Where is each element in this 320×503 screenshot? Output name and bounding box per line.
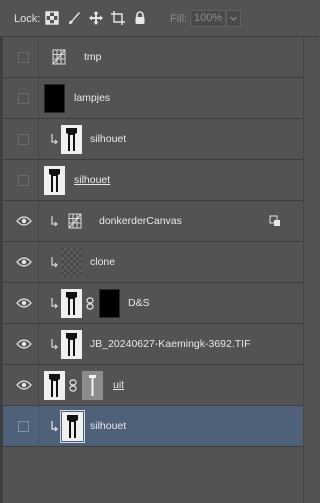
layer-row-silhouet-selected[interactable]: silhouet [3,406,303,447]
fill-input[interactable]: 100% [190,10,226,27]
link-chain-icon[interactable] [85,297,95,310]
chevron-down-icon [230,16,237,21]
clipping-arrow-icon [51,134,58,145]
black-layer-thumbnail[interactable] [44,84,65,113]
column-divider [38,160,39,200]
visibility-toggle[interactable] [13,242,35,283]
eye-icon [16,339,32,349]
visibility-off-box [18,52,29,63]
layer-name[interactable]: uit [113,379,124,391]
layer-row-uit[interactable]: uit [3,365,303,406]
transparent-checker-thumbnail[interactable] [61,248,82,277]
clipping-arrow-icon [51,216,58,227]
column-divider [38,283,39,323]
layer-row-donkerdercanvas[interactable]: donkerderCanvas [3,201,303,242]
silhouette-thumbnail[interactable] [60,410,85,443]
column-divider [38,201,39,241]
link-chain-icon[interactable] [68,379,78,392]
gray-mask-thumbnail[interactable] [82,371,103,400]
clipping-arrow-icon [51,298,58,309]
visibility-off-box [18,93,29,104]
eye-icon [16,298,32,308]
lock-position-icon[interactable] [89,11,103,25]
visibility-toggle[interactable] [13,78,35,119]
eye-icon [16,257,32,267]
column-divider [38,365,39,405]
clipping-arrow-icon [51,421,58,432]
layer-name[interactable]: lampjes [74,92,110,104]
visibility-toggle[interactable] [13,201,35,242]
column-divider [38,119,39,159]
visibility-off-box [18,421,29,432]
column-divider [38,324,39,364]
visibility-off-box [18,175,29,186]
layer-name[interactable]: tmp [84,51,102,63]
visibility-toggle[interactable] [13,324,35,365]
clipping-arrow-icon [51,339,58,350]
lock-all-icon[interactable] [133,11,147,25]
eye-icon [16,380,32,390]
clipping-arrow-icon [51,257,58,268]
layer-name[interactable]: donkerderCanvas [99,215,182,227]
layer-row-clone[interactable]: clone [3,242,303,283]
layer-row-silhouet[interactable]: silhouet [3,119,303,160]
column-divider [38,78,39,118]
layers-list: tmp lampjes silhouet silhouet donkerderC… [3,37,303,447]
lock-label: Lock: [14,13,41,25]
visibility-toggle[interactable] [13,283,35,324]
silhouette-thumbnail[interactable] [61,330,82,359]
layer-name[interactable]: silhouet [90,420,126,432]
silhouette-thumbnail[interactable] [61,125,82,154]
column-divider [38,37,39,77]
black-mask-thumbnail[interactable] [99,289,120,318]
layer-row-lampjes[interactable]: lampjes [3,78,303,119]
silhouette-thumbnail[interactable] [44,371,65,400]
layer-row-silhouet-base[interactable]: silhouet [3,160,303,201]
eye-icon [16,216,32,226]
layer-name[interactable]: silhouet [74,174,110,186]
silhouette-thumbnail[interactable] [61,289,82,318]
layers-scrollbar[interactable] [303,37,318,503]
column-divider [38,242,39,282]
layer-row-d-and-s[interactable]: D&S [3,283,303,324]
fill-dropdown-button[interactable] [226,10,241,27]
lock-transparent-pixels-icon[interactable] [45,11,59,25]
fill-label: Fill: [170,13,188,25]
silhouette-thumbnail[interactable] [44,166,65,195]
layer-name[interactable]: D&S [128,297,150,309]
layers-toolbar: Lock: Fill: 100% [0,0,318,37]
visibility-toggle[interactable] [13,119,35,160]
layer-row-tmp[interactable]: tmp [3,37,303,78]
column-divider [38,406,39,446]
visibility-toggle[interactable] [13,160,35,201]
visibility-off-box [18,134,29,145]
grid-adjustment-icon[interactable] [66,212,83,230]
smart-filter-icon[interactable] [269,215,281,227]
visibility-toggle[interactable] [13,365,35,406]
visibility-toggle[interactable] [13,406,35,447]
layer-name[interactable]: JB_20240627-Kaemingk-3692.TIF [90,338,251,350]
lock-image-pixels-icon[interactable] [67,11,81,25]
visibility-toggle[interactable] [13,37,35,78]
grid-adjustment-icon [52,49,66,65]
layer-name[interactable]: silhouet [90,133,126,145]
layer-name[interactable]: clone [90,256,115,268]
lock-artboard-icon[interactable] [111,11,125,25]
layer-row-jb-tif[interactable]: JB_20240627-Kaemingk-3692.TIF [3,324,303,365]
